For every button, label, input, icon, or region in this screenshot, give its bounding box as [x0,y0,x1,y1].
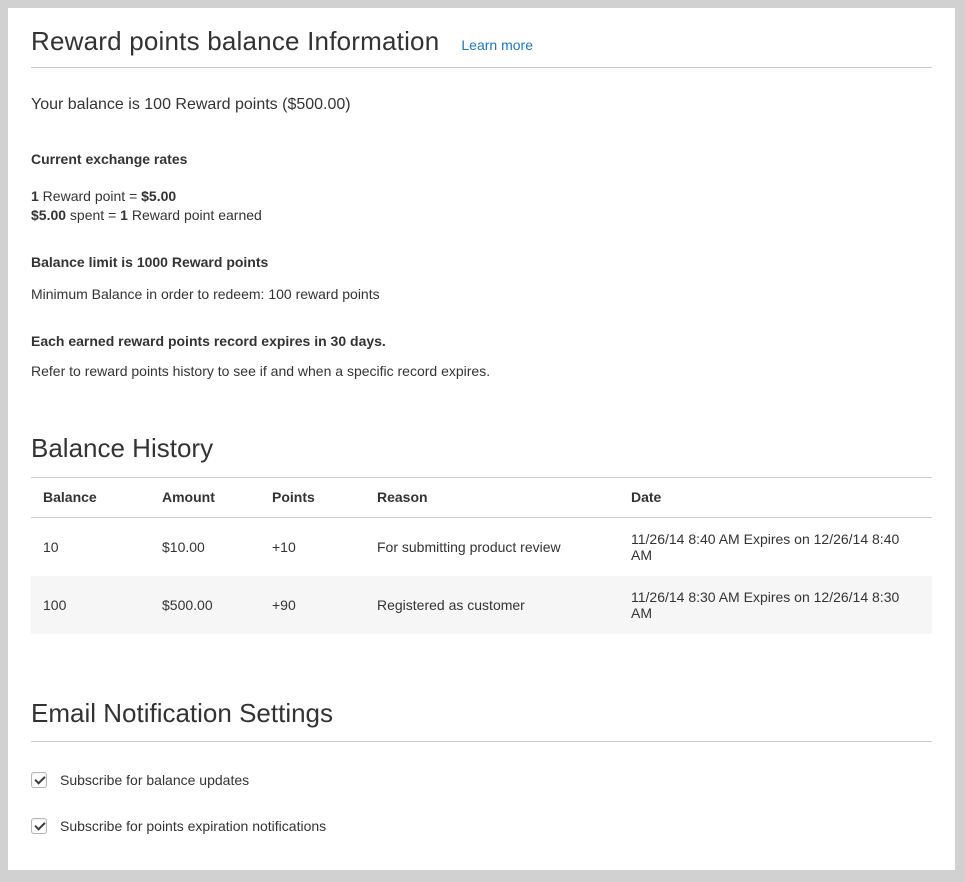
balance-limit-text: Balance limit is 1000 Reward points [31,254,932,270]
exchange-rates-lines: 1 Reward point = $5.00 $5.00 spent = 1 R… [31,187,932,225]
table-row: 100 $500.00 +90 Registered as customer 1… [31,576,932,634]
reward-points-page: Reward points balance Information Learn … [8,8,955,870]
expiry-rule-text: Each earned reward points record expires… [31,333,932,349]
rate2-points: 1 [120,207,128,223]
email-notification-header: Email Notification Settings [31,698,932,742]
rate1-points: 1 [31,188,39,204]
balance-history-table: Balance Amount Points Reason Date 10 $10… [31,477,932,634]
balance-message: Your balance is 100 Reward points ($500.… [31,96,932,114]
exchange-rate-line-2: $5.00 spent = 1 Reward point earned [31,206,932,225]
col-header-balance: Balance [31,478,150,518]
col-header-date: Date [619,478,932,518]
cell-date: 11/26/14 8:30 AM Expires on 12/26/14 8:3… [619,576,932,634]
expiration-notifications-option: Subscribe for points expiration notifica… [31,818,932,834]
rate1-text: Reward point = [39,188,141,204]
page-header: Reward points balance Information Learn … [31,8,932,68]
balance-updates-label[interactable]: Subscribe for balance updates [60,772,249,788]
rate2-suffix: Reward point earned [128,207,262,223]
cell-balance: 10 [31,518,150,577]
email-notification-heading: Email Notification Settings [31,698,932,729]
min-balance-text: Minimum Balance in order to redeem: 100 … [31,286,932,302]
rate2-value: $5.00 [31,207,66,223]
table-header-row: Balance Amount Points Reason Date [31,478,932,518]
expiration-notifications-checkbox[interactable] [31,818,47,834]
col-header-amount: Amount [150,478,260,518]
col-header-reason: Reason [365,478,619,518]
learn-more-link[interactable]: Learn more [461,37,533,53]
rate2-text: spent = [66,207,120,223]
balance-updates-option: Subscribe for balance updates [31,772,932,788]
rate1-value: $5.00 [141,188,176,204]
cell-amount: $10.00 [150,518,260,577]
cell-date: 11/26/14 8:40 AM Expires on 12/26/14 8:4… [619,518,932,577]
expiry-note-text: Refer to reward points history to see if… [31,363,932,379]
cell-points: +10 [260,518,365,577]
balance-history-heading: Balance History [31,433,932,464]
exchange-rates-heading: Current exchange rates [31,151,932,167]
col-header-points: Points [260,478,365,518]
page-title: Reward points balance Information [31,26,439,57]
balance-updates-checkbox[interactable] [31,772,47,788]
cell-amount: $500.00 [150,576,260,634]
cell-reason: For submitting product review [365,518,619,577]
cell-balance: 100 [31,576,150,634]
exchange-rate-line-1: 1 Reward point = $5.00 [31,187,932,206]
table-row: 10 $10.00 +10 For submitting product rev… [31,518,932,577]
cell-reason: Registered as customer [365,576,619,634]
cell-points: +90 [260,576,365,634]
expiration-notifications-label[interactable]: Subscribe for points expiration notifica… [60,818,326,834]
